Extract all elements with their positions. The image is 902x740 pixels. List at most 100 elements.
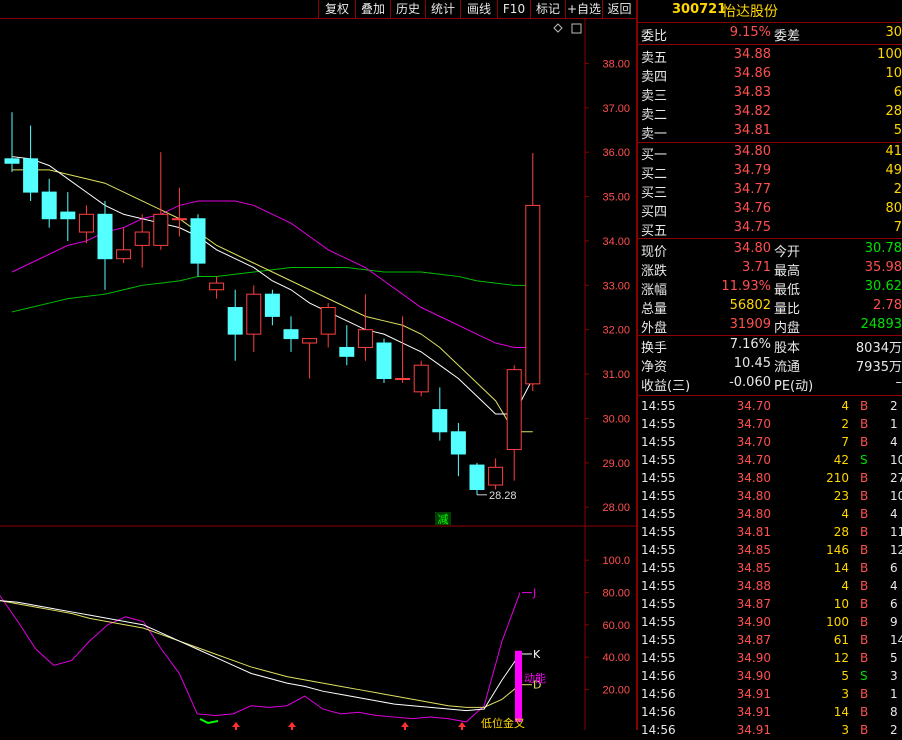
tick-count: 10 <box>890 489 902 503</box>
tick-row: 14:5534.80210B27 <box>638 470 902 488</box>
tick-price: 34.90 <box>737 669 771 683</box>
weibi-value: 9.15% <box>730 25 771 40</box>
tick-row: 14:5534.804B4 <box>638 506 902 524</box>
stat-label: 总量 <box>641 298 667 317</box>
tick-side: B <box>860 525 868 539</box>
ask-row: 卖五34.88100 <box>638 46 902 65</box>
stat-value: 8034万 <box>856 337 902 356</box>
tick-row: 14:5634.913B2 <box>638 722 902 740</box>
tick-time: 14:56 <box>641 669 676 683</box>
stock-header: 300721 怡达股份 <box>638 0 902 22</box>
stat-value: 2.78 <box>873 298 902 313</box>
tick-volume: 14 <box>834 561 849 575</box>
tick-time: 14:56 <box>641 705 676 719</box>
tick-side: S <box>860 453 868 467</box>
toolbar-button-0[interactable]: 复权 <box>318 0 355 18</box>
toolbar-button-7[interactable]: +自选 <box>565 0 602 18</box>
toolbar-button-2[interactable]: 历史 <box>390 0 425 18</box>
tick-time: 14:55 <box>641 471 676 485</box>
stat-label: 换手 <box>641 337 667 356</box>
tick-count: 10 <box>890 453 902 467</box>
tick-price: 34.91 <box>737 687 771 701</box>
tick-time: 14:55 <box>641 633 676 647</box>
tick-row: 14:5534.884B4 <box>638 578 902 596</box>
tick-time: 14:55 <box>641 399 676 413</box>
stat-label: 最低 <box>774 279 800 298</box>
tick-row: 14:5534.8514B6 <box>638 560 902 578</box>
toolbar-button-6[interactable]: 标记 <box>530 0 565 18</box>
stat-label: 今开 <box>774 241 800 260</box>
tick-row: 14:5534.9012B5 <box>638 650 902 668</box>
tick-time: 14:55 <box>641 615 676 629</box>
tick-price: 34.70 <box>737 399 771 413</box>
tick-volume: 5 <box>841 669 849 683</box>
stat-label: 内盘 <box>774 317 800 336</box>
toolbar-button-5[interactable]: F10 <box>497 0 530 18</box>
bid-price: 34.79 <box>734 163 771 178</box>
toolbar-button-8[interactable]: 返回 <box>602 0 636 18</box>
tick-side: B <box>860 489 868 503</box>
candle-body <box>210 283 224 290</box>
bid-label: 买一 <box>641 144 667 163</box>
stat-row: 外盘31909内盘24893 <box>638 316 902 335</box>
candle-body <box>172 219 186 220</box>
tick-volume: 28 <box>834 525 849 539</box>
weicha-label: 委差 <box>774 25 800 44</box>
toolbar-button-4[interactable]: 画线 <box>460 0 497 18</box>
candle-body <box>154 214 168 245</box>
tick-volume: 4 <box>841 399 849 413</box>
tick-count: 8 <box>890 705 898 719</box>
stat-value: 11.93% <box>721 279 771 294</box>
candle-body <box>79 214 93 232</box>
toolbar-button-3[interactable]: 统计 <box>425 0 460 18</box>
candle-body <box>414 365 428 392</box>
y-tick-label: 34.00 <box>602 236 630 248</box>
tick-side: B <box>860 417 868 431</box>
tick-time: 14:55 <box>641 525 676 539</box>
tick-price: 34.90 <box>737 615 771 629</box>
tick-count: 14 <box>890 633 902 647</box>
candle-body <box>526 205 540 383</box>
tick-side: B <box>860 561 868 575</box>
tick-time: 14:55 <box>641 597 676 611</box>
ask-label: 卖二 <box>641 104 667 123</box>
stat-label: 量比 <box>774 298 800 317</box>
stat-label: 净资 <box>641 356 667 375</box>
ask-volume: 28 <box>885 104 902 119</box>
tick-volume: 3 <box>841 687 849 701</box>
tick-count: 1 <box>890 687 898 701</box>
stat2-row: 净资10.45流通7935万 <box>638 355 902 374</box>
kdj-k-line <box>0 601 520 711</box>
chart-toolbar: 复权叠加历史统计画线F10标记+自选返回 <box>0 0 636 19</box>
tick-volume: 23 <box>834 489 849 503</box>
candle-body <box>358 330 372 348</box>
low-label: 28.28 <box>489 490 517 502</box>
tick-count: 9 <box>890 615 898 629</box>
kdj-y-tick-label: 100.0 <box>602 555 630 567</box>
bid-row: 买三34.772 <box>638 181 902 200</box>
tick-price: 34.90 <box>737 651 771 665</box>
toolbar-button-1[interactable]: 叠加 <box>355 0 390 18</box>
candle-body <box>433 410 447 432</box>
buy-arrow-icon <box>401 722 409 730</box>
stat-value: 30.62 <box>865 279 902 294</box>
tick-count: 6 <box>890 561 898 575</box>
tick-side: B <box>860 507 868 521</box>
divider <box>638 395 902 396</box>
candle-body <box>451 432 465 454</box>
tick-time: 14:55 <box>641 651 676 665</box>
stat-value: 34.80 <box>734 241 771 256</box>
tick-count: 4 <box>890 435 898 449</box>
stat-value: 7.16% <box>730 337 771 352</box>
ask-row: 卖三34.836 <box>638 84 902 103</box>
bid-volume: 41 <box>885 144 902 159</box>
kdj-y-tick-label: 40.00 <box>602 652 630 664</box>
bid-price: 34.80 <box>734 144 771 159</box>
stat-label: PE(动) <box>774 375 813 394</box>
tick-volume: 42 <box>834 453 849 467</box>
ask-label: 卖五 <box>641 47 667 66</box>
ask-row: 卖一34.815 <box>638 122 902 141</box>
stat2-row: 收益(三)-0.060PE(动)– <box>638 374 902 393</box>
bid-label: 买三 <box>641 182 667 201</box>
tick-row: 14:5634.9114B8 <box>638 704 902 722</box>
